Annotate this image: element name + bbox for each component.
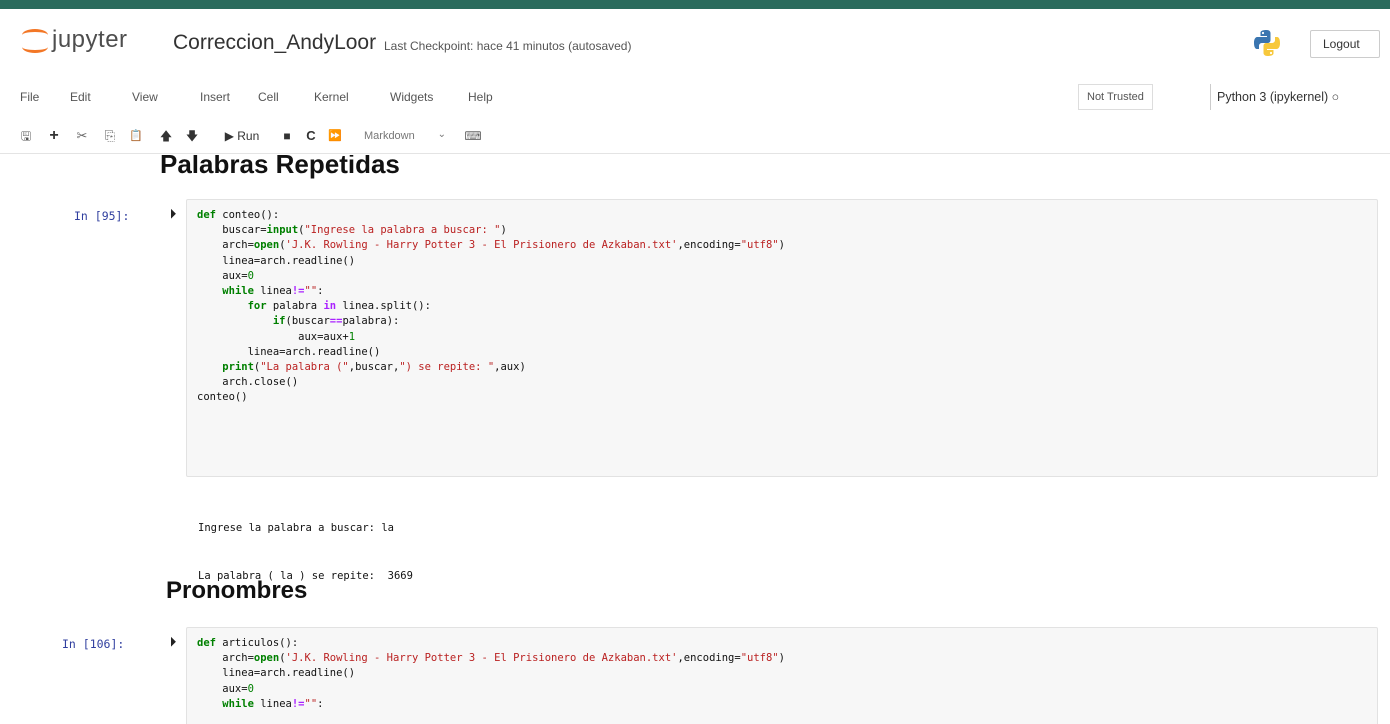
jupyter-logo-text: jupyter — [52, 26, 128, 53]
python-logo-icon — [1254, 30, 1280, 56]
code-line: if(buscar==palabra): — [272, 315, 400, 328]
code-cell-editor[interactable]: def articulos(): arch=open('J.K. Rowling… — [186, 627, 1378, 724]
code-line: arch.close() — [197, 376, 299, 389]
notebook-content: Palabras Repetidas In [95]: ⏵ def conteo… — [0, 155, 1390, 724]
fast-forward-icon[interactable]: ⏩ — [326, 125, 344, 147]
cell-type-value: Markdown — [364, 130, 415, 142]
save-icon[interactable]: 🖫 — [16, 125, 36, 147]
logout-button[interactable]: Logout — [1310, 30, 1380, 58]
code-line: while linea!="": — [222, 697, 324, 710]
code-line: linea=arch.readline() — [197, 667, 356, 680]
kernel-indicator[interactable]: Python 3 (ipykernel) ○ — [1210, 84, 1345, 110]
menu-kernel[interactable]: Kernel — [314, 90, 349, 104]
copy-icon[interactable]: ⎘ — [100, 125, 120, 147]
code-line: def articulos(): — [197, 637, 299, 649]
menu-help[interactable]: Help — [468, 90, 493, 104]
stop-icon[interactable]: ■ — [278, 125, 296, 147]
run-cell-icon[interactable]: ⏵ — [170, 207, 176, 222]
code-line: buscar=input("Ingrese la palabra a busca… — [197, 224, 507, 237]
jupyter-logo[interactable]: jupyter — [20, 25, 128, 55]
code-line: aux=0 — [197, 269, 254, 282]
markdown-heading-palabras-repetidas: Palabras Repetidas — [160, 155, 400, 179]
code-line: linea=arch.readline() — [197, 345, 381, 358]
keyboard-icon[interactable]: ⌨ — [462, 125, 484, 147]
code-line: aux=0 — [197, 682, 254, 695]
menu-edit[interactable]: Edit — [70, 90, 91, 104]
output-line: Ingrese la palabra a buscar: la — [198, 522, 394, 534]
code-line: while linea!="": — [222, 285, 324, 298]
paste-icon[interactable]: 📋 — [126, 125, 146, 147]
kernel-status-icon: ○ — [1331, 90, 1340, 104]
trust-status-button[interactable]: Not Trusted — [1078, 84, 1153, 110]
kernel-name-label: Python 3 (ipykernel) — [1217, 90, 1329, 104]
menu-widgets[interactable]: Widgets — [390, 90, 433, 104]
jupyter-logo-icon — [20, 25, 50, 55]
notebook-header: jupyter Correccion_AndyLoor Last Checkpo… — [0, 9, 1390, 77]
restart-icon[interactable]: C — [302, 125, 320, 147]
notebook-title[interactable]: Correccion_AndyLoor — [173, 31, 376, 55]
code-line: for palabra in linea.split(): — [247, 300, 431, 313]
cell-prompt: In [95]: — [74, 209, 130, 223]
menu-view[interactable]: View — [132, 90, 158, 104]
run-cell-icon[interactable]: ⏵ — [170, 635, 176, 650]
notebook-toolbar: 🖫 + ✂ ⎘ 📋 🡅 🡇 ▶ Run ■ C ⏩ Markdown ⌄ ⌨ — [0, 118, 1390, 154]
cell-type-select[interactable]: Markdown ⌄ — [358, 126, 452, 148]
code-line: linea=arch.readline() — [197, 254, 356, 267]
code-line: aux=aux+1 — [197, 330, 356, 343]
run-button[interactable]: ▶ Run — [214, 125, 270, 147]
cut-icon[interactable]: ✂ — [72, 125, 92, 147]
code-line: conteo() — [197, 391, 248, 404]
menu-file[interactable]: File — [20, 90, 39, 104]
browser-top-strip — [0, 0, 1390, 9]
menu-insert[interactable]: Insert — [200, 90, 230, 104]
arrow-down-icon[interactable]: 🡇 — [182, 125, 202, 147]
cell-prompt: In [106]: — [62, 637, 125, 651]
code-line: arch=open('J.K. Rowling - Harry Potter 3… — [197, 652, 785, 665]
checkpoint-status: Last Checkpoint: hace 41 minutos (autosa… — [384, 39, 632, 53]
chevron-down-icon: ⌄ — [437, 129, 446, 140]
arrow-up-icon[interactable]: 🡅 — [156, 125, 176, 147]
markdown-heading-pronombres: Pronombres — [166, 577, 308, 604]
code-line: print("La palabra (",buscar,") se repite… — [222, 361, 526, 374]
code-cell-editor[interactable]: def conteo(): buscar=input("Ingrese la p… — [186, 199, 1378, 477]
code-line: def conteo(): — [197, 209, 280, 221]
plus-icon[interactable]: + — [44, 125, 64, 147]
code-line: arch=open('J.K. Rowling - Harry Potter 3… — [197, 239, 785, 252]
menu-bar: File Edit View Insert Cell Kernel Widget… — [0, 78, 1390, 118]
menu-cell[interactable]: Cell — [258, 90, 279, 104]
